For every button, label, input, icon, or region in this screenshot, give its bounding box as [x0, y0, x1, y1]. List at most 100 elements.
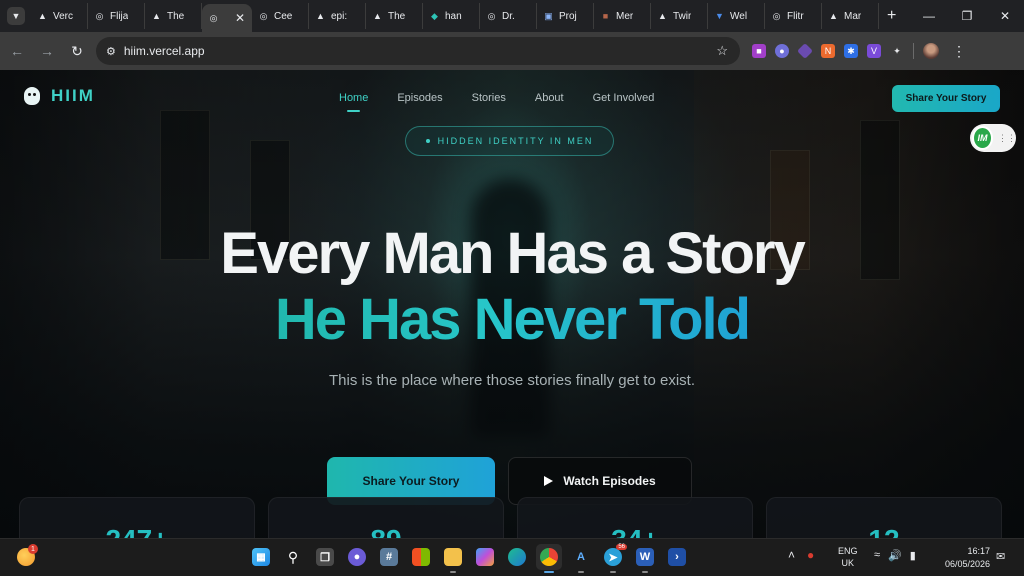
- browser-tab[interactable]: ◎ Dr.: [480, 3, 537, 29]
- browser-tab[interactable]: ▲ The: [145, 3, 202, 29]
- nav-episodes[interactable]: Episodes: [397, 92, 442, 104]
- stat-value: 12: [767, 526, 1001, 539]
- url-field[interactable]: ⚙ hiim.vercel.app ☆: [96, 37, 740, 65]
- taskbar-apps: ▦ ⚲ ❐ ● # A ➤ 56 W ›: [248, 544, 690, 573]
- extensions-puzzle-icon[interactable]: ✦: [890, 44, 904, 58]
- language-indicator[interactable]: ENG UK: [838, 545, 858, 569]
- extension-gear-icon[interactable]: ✱: [844, 44, 858, 58]
- vercel-icon: ▲: [152, 11, 161, 21]
- taskbar-app-copilot[interactable]: [472, 544, 498, 570]
- taskbar-app-chrome[interactable]: [536, 544, 562, 573]
- bookmark-star-icon[interactable]: ☆: [716, 43, 728, 59]
- reload-icon[interactable]: ↻: [64, 38, 90, 64]
- tagline-badge: HIDDEN IDENTITY IN MEN: [405, 126, 614, 156]
- site-logo[interactable]: HIIM: [24, 86, 95, 106]
- stats-row: 247+ 89 34+ 12: [19, 497, 1002, 538]
- nav-stories[interactable]: Stories: [472, 92, 506, 104]
- battery-icon: ▮: [909, 550, 916, 562]
- running-indicator: [450, 571, 456, 573]
- taskbar-app-terminal[interactable]: ›: [664, 544, 690, 570]
- minimize-icon[interactable]: —: [910, 0, 948, 32]
- weather-badge: 1: [28, 544, 38, 554]
- hero-headline-accent-text: He Has Never Told: [274, 287, 751, 352]
- notification-bell-icon[interactable]: ✉: [996, 550, 1005, 563]
- start-button[interactable]: ▦: [248, 544, 274, 570]
- new-tab-button[interactable]: +: [887, 7, 896, 25]
- site-info-icon[interactable]: ⚙: [106, 45, 116, 58]
- back-icon[interactable]: ←: [4, 38, 30, 64]
- forward-icon[interactable]: →: [34, 38, 60, 64]
- browser-tab[interactable]: ▲ Mar: [822, 3, 879, 29]
- terminal-icon: ›: [668, 548, 686, 566]
- tray-overflow-icon[interactable]: ˄: [788, 548, 795, 562]
- browser-tab[interactable]: ◎ Flitr: [765, 3, 822, 29]
- extension-ghost-icon[interactable]: ●: [775, 44, 789, 58]
- tab-search-button[interactable]: ▼: [7, 7, 25, 25]
- chrome-icon: [540, 548, 558, 566]
- extension-purple-icon[interactable]: ■: [752, 44, 766, 58]
- browser-tab[interactable]: ▼ Wel: [708, 3, 765, 29]
- running-indicator: [578, 571, 584, 573]
- task-view-button[interactable]: ❐: [312, 544, 338, 570]
- search-icon: ⚲: [287, 548, 299, 565]
- browser-tab[interactable]: ■ Mer: [594, 3, 651, 29]
- running-indicator: [544, 571, 554, 573]
- browser-tab[interactable]: ▲ epi:: [309, 3, 366, 29]
- taskbar-app-telegram[interactable]: ➤ 56: [600, 544, 627, 573]
- browser-tab[interactable]: ◎ Cee: [252, 3, 309, 29]
- language-region: UK: [841, 558, 855, 568]
- extension-v-icon[interactable]: V: [867, 44, 881, 58]
- taskbar-app-chat[interactable]: ●: [344, 544, 370, 570]
- search-button[interactable]: ⚲: [280, 544, 306, 570]
- nav-about[interactable]: About: [535, 92, 564, 104]
- diamond-icon: ◆: [431, 10, 438, 21]
- extension-diamond-icon[interactable]: [797, 43, 813, 59]
- web-page: HIIM Home Episodes Stories About Get Inv…: [0, 70, 1024, 538]
- floating-widget[interactable]: IM ⋮⋮: [970, 124, 1016, 152]
- restore-icon[interactable]: ❐: [948, 0, 986, 32]
- nav-home[interactable]: Home: [339, 92, 368, 112]
- close-window-icon[interactable]: ✕: [986, 0, 1024, 32]
- store-icon: [412, 548, 430, 566]
- vercel-icon: ▲: [658, 11, 667, 21]
- watch-episodes-label: Watch Episodes: [563, 474, 656, 488]
- quick-settings[interactable]: ≈ 🔊 ▮: [874, 549, 916, 562]
- close-tab-icon[interactable]: ✕: [235, 11, 245, 25]
- telegram-unread-count: 56: [616, 544, 627, 550]
- taskbar-app-explorer[interactable]: [440, 544, 466, 573]
- clock[interactable]: 16:17 06/05/2026: [936, 545, 990, 571]
- windows-taskbar: 1 ▦ ⚲ ❐ ● # A ➤ 56 W › ˄ ● ENG UK ≈ 🔊 ▮ 1…: [0, 538, 1024, 576]
- browser-tab[interactable]: ▲ Verc: [31, 3, 88, 29]
- browser-tab[interactable]: ◎ ✕: [202, 4, 252, 32]
- extension-orange-icon[interactable]: N: [821, 44, 835, 58]
- taskbar-app-store[interactable]: [408, 544, 434, 570]
- telegram-icon: ➤: [604, 548, 622, 566]
- browser-tab-title: Proj: [559, 10, 577, 22]
- nav-get-involved[interactable]: Get Involved: [593, 92, 655, 104]
- taskbar-app-word[interactable]: W: [632, 544, 658, 573]
- browser-menu-icon[interactable]: ⋮: [952, 43, 966, 60]
- calculator-icon: #: [380, 548, 398, 566]
- browser-tab-title: Dr.: [502, 10, 515, 22]
- taskbar-app-edge[interactable]: [504, 544, 530, 570]
- globe-icon: ◎: [487, 10, 496, 21]
- mask-icon: [24, 87, 40, 105]
- browser-tab-title: Twir: [673, 10, 692, 22]
- profile-avatar[interactable]: [923, 43, 939, 59]
- tray-app-icon[interactable]: ●: [807, 548, 814, 562]
- browser-tab[interactable]: ▲ The: [366, 3, 423, 29]
- browser-tab[interactable]: ▣ Proj: [537, 3, 594, 29]
- edge-icon: [508, 548, 526, 566]
- browser-tab-title: Mar: [844, 10, 862, 22]
- volume-icon: 🔊: [888, 550, 902, 562]
- globe-icon: ◎: [95, 10, 104, 21]
- clock-time: 16:17: [967, 546, 990, 556]
- browser-tab[interactable]: ▲ Twir: [651, 3, 708, 29]
- taskbar-app-calculator[interactable]: #: [376, 544, 402, 570]
- browser-tab[interactable]: ◎ Flija: [88, 3, 145, 29]
- drag-handle-icon[interactable]: ⋮⋮: [998, 133, 1016, 144]
- wifi-icon: ≈: [874, 549, 881, 561]
- browser-tab[interactable]: ◆ han: [423, 3, 480, 29]
- taskbar-app-editor[interactable]: A: [568, 544, 594, 573]
- header-share-story-button[interactable]: Share Your Story: [892, 85, 1000, 112]
